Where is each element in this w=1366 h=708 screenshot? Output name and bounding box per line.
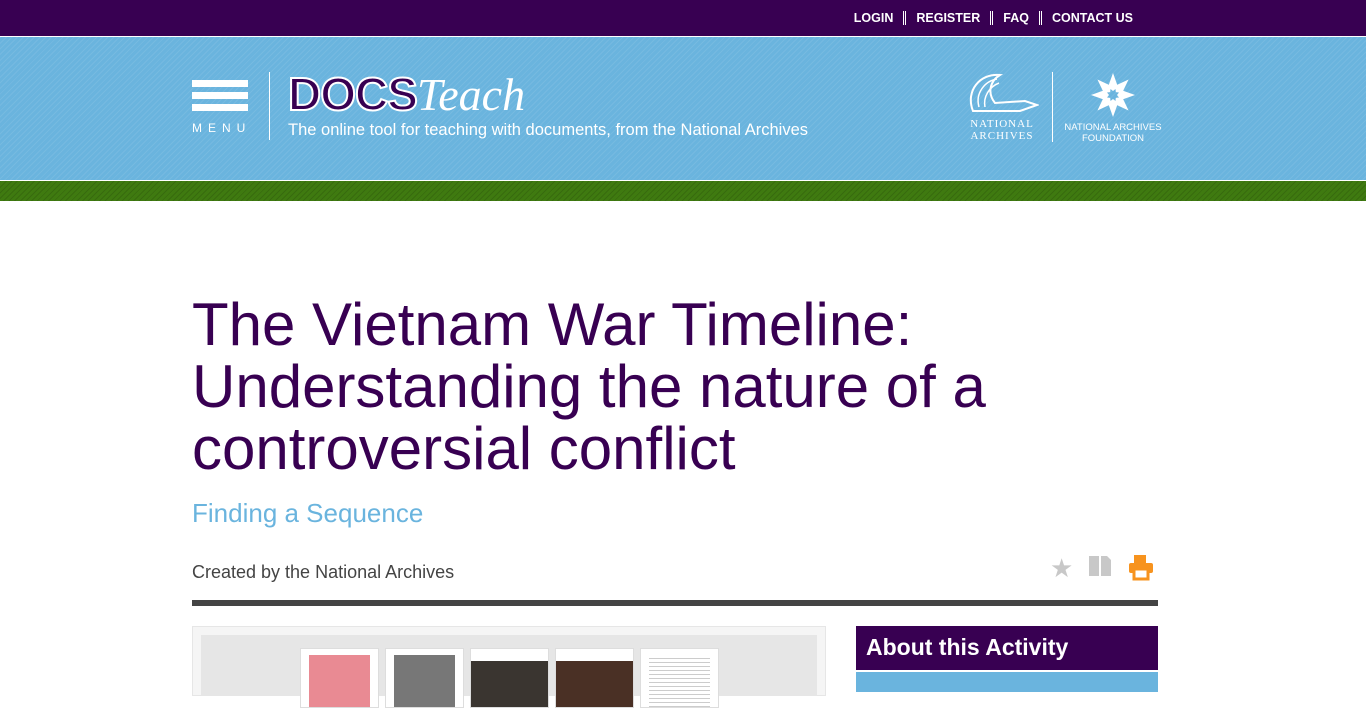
menu-button[interactable]: MENU: [192, 80, 248, 135]
print-icon[interactable]: [1127, 553, 1155, 581]
document-thumbnail[interactable]: [640, 648, 719, 708]
register-link[interactable]: REGISTER: [903, 11, 990, 25]
gallery-inner: [201, 635, 817, 708]
created-by: Created by the National Archives: [192, 562, 455, 582]
hamburger-line: [192, 92, 248, 99]
top-bar: LOGIN REGISTER FAQ CONTACT US: [0, 0, 1366, 36]
na-logo-text: NATIONAL ARCHIVES: [970, 118, 1034, 142]
tagline: The online tool for teaching with docume…: [288, 121, 809, 139]
menu-label: MENU: [192, 121, 252, 135]
divider: [269, 72, 270, 140]
contact-us-link[interactable]: CONTACT US: [1038, 11, 1133, 25]
green-band: [0, 181, 1366, 201]
document-thumbnail[interactable]: [470, 648, 549, 708]
top-nav: LOGIN REGISTER FAQ CONTACT US: [844, 11, 1133, 25]
about-activity-panel: [856, 672, 1158, 692]
national-archives-foundation-logo[interactable]: NATIONAL ARCHIVES FOUNDATION: [1064, 71, 1162, 144]
action-icons: ★: [1050, 553, 1155, 584]
about-activity-heading: About this Activity: [856, 626, 1158, 670]
star-burst-icon: [1091, 73, 1135, 117]
document-thumbnail[interactable]: [385, 648, 464, 708]
logo-teach: Teach: [416, 69, 526, 120]
activity-type: Finding a Sequence: [192, 498, 424, 528]
title-rule: [192, 600, 1158, 606]
docsteach-logo[interactable]: DOCSTeach: [287, 67, 526, 121]
document-thumbnail[interactable]: [300, 648, 379, 708]
divider: [1052, 72, 1053, 142]
document-thumbnail[interactable]: [555, 648, 634, 708]
document-gallery: [192, 626, 826, 708]
national-archives-logo[interactable]: NATIONAL ARCHIVES: [962, 71, 1042, 142]
eagle-icon: [969, 73, 1041, 112]
login-link[interactable]: LOGIN: [844, 11, 904, 25]
hamburger-line: [192, 104, 248, 111]
site-header: MENU DOCSTeach The online tool for teach…: [0, 37, 1366, 180]
hamburger-icon: [192, 80, 248, 87]
page-title: The Vietnam War Timeline: Understanding …: [192, 291, 986, 482]
copy-icon[interactable]: [1087, 553, 1113, 579]
naf-logo-text: NATIONAL ARCHIVES FOUNDATION: [1064, 122, 1162, 144]
star-icon[interactable]: ★: [1050, 553, 1073, 584]
faq-link[interactable]: FAQ: [990, 11, 1039, 25]
logo-docs: DOCS: [287, 67, 419, 121]
